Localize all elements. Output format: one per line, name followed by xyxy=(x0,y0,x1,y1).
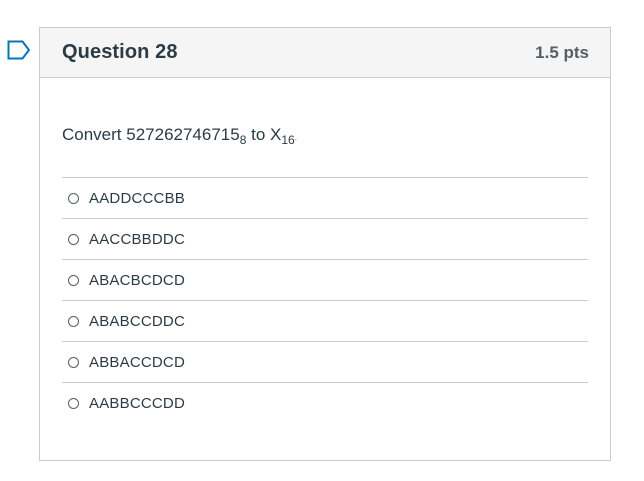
question-header: Question 28 1.5 pts xyxy=(40,28,610,78)
question-card: Question 28 1.5 pts Convert 527262746715… xyxy=(39,27,611,461)
radio-button-icon[interactable] xyxy=(68,192,79,204)
answer-label: ABACBCDCD xyxy=(89,271,185,289)
radio-button-icon[interactable] xyxy=(68,274,79,286)
radio-button-icon[interactable] xyxy=(68,398,79,409)
radio-button-icon[interactable] xyxy=(68,356,79,368)
answer-label: AADDCCCBB xyxy=(89,189,185,207)
answer-option[interactable]: AACCBBDDC xyxy=(62,219,588,260)
radio-button-icon[interactable] xyxy=(68,315,79,327)
question-title: Question 28 xyxy=(62,41,178,63)
answer-option[interactable]: AADDCCCBB xyxy=(62,178,588,219)
answer-label: AABBCCCDD xyxy=(89,395,185,412)
question-body: Convert 5272627467158 to X16. AADDCCCBB … xyxy=(40,124,610,424)
answer-option[interactable]: ABACBCDCD xyxy=(62,260,588,301)
radio-button-icon[interactable] xyxy=(68,233,79,245)
prompt-text-suffix: . xyxy=(294,133,297,142)
answer-list: AADDCCCBB AACCBBDDC ABACBCDCD ABABCCDDC … xyxy=(62,177,588,424)
answer-option[interactable]: ABABCCDDC xyxy=(62,301,588,342)
answer-option[interactable]: ABBACCDCD xyxy=(62,342,588,383)
prompt-text-prefix: Convert 527262746715 xyxy=(62,125,240,144)
question-points: 1.5 pts xyxy=(535,42,589,62)
answer-label: ABABCCDDC xyxy=(89,312,185,330)
question-prompt: Convert 5272627467158 to X16. xyxy=(62,124,588,146)
prompt-base-to: 16 xyxy=(281,133,295,147)
answer-label: ABBACCDCD xyxy=(89,353,185,371)
answer-option[interactable]: AABBCCCDD xyxy=(62,383,588,424)
answer-label: AACCBBDDC xyxy=(89,230,185,248)
prompt-text-middle: to X xyxy=(246,125,282,144)
flag-question-icon[interactable] xyxy=(7,40,31,60)
